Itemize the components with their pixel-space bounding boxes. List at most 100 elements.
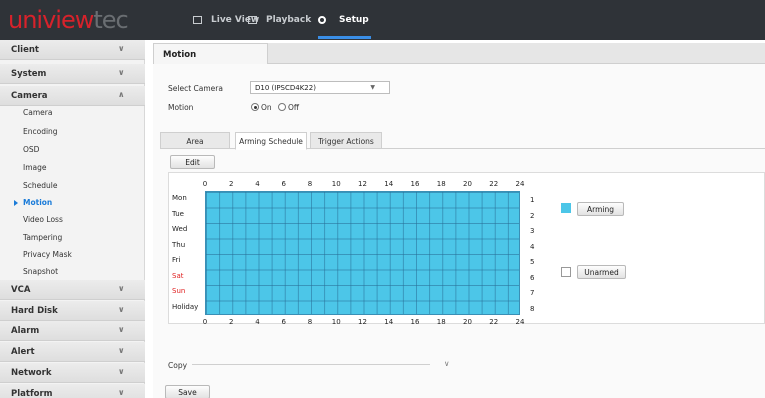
sidebar-section-client[interactable]: Client ∨	[0, 40, 145, 60]
row-number: 4	[530, 242, 535, 251]
chevron-down-icon: ∨	[118, 44, 125, 53]
chevron-down-icon: ∨	[118, 284, 125, 293]
chevron-down-icon: ∨	[118, 346, 125, 355]
hour-tick-bottom: 6	[281, 318, 286, 326]
row-number: 7	[530, 289, 535, 297]
sidebar-item-osd[interactable]: OSD	[23, 145, 39, 154]
unarmed-button[interactable]: Unarmed	[577, 265, 626, 279]
sidebar-item-image[interactable]: Image	[23, 163, 47, 172]
hour-tick-bottom: 18	[436, 318, 446, 326]
arming-schedule-grid[interactable]	[205, 191, 520, 315]
hour-tick-top: 8	[307, 180, 313, 188]
chevron-down-icon: ∨	[118, 325, 125, 334]
chevron-down-icon: ∨	[118, 68, 125, 77]
day-label: Holiday	[172, 302, 199, 311]
nav-setup[interactable]: Setup	[318, 12, 369, 28]
hour-tick-top: 0	[202, 180, 208, 188]
chevron-down-icon: ∨	[118, 305, 125, 314]
hour-tick-bottom: 4	[255, 318, 260, 326]
hour-tick-bottom: 16	[410, 318, 420, 326]
tab-arming-schedule[interactable]: Arming Schedule	[235, 132, 307, 150]
hour-tick-bottom: 8	[307, 318, 313, 326]
hour-tick-top: 18	[436, 180, 446, 188]
sidebar-section-platform[interactable]: Platform ∨	[0, 384, 145, 398]
arming-button[interactable]: Arming	[577, 202, 624, 216]
day-label: Wed	[172, 225, 188, 233]
hour-tick-bottom: 2	[229, 318, 234, 326]
day-label: Tue	[172, 209, 184, 218]
copy-divider	[192, 364, 430, 365]
hour-tick-top: 2	[229, 180, 234, 188]
hour-tick-bottom: 12	[358, 318, 367, 326]
sidebar-section-vca[interactable]: VCA ∨	[0, 280, 145, 300]
unarmed-swatch	[561, 267, 571, 277]
motion-off-radio[interactable]	[278, 103, 286, 111]
sidebar-section-system[interactable]: System ∨	[0, 64, 145, 84]
sidebar: Client ∨ System ∨ Camera ∧ Camera Encoding …	[0, 40, 145, 398]
tab-motion[interactable]: Motion	[153, 43, 268, 65]
nav-active-indicator	[318, 36, 371, 39]
chevron-down-icon: ∨	[118, 388, 125, 397]
row-number: 5	[530, 258, 535, 266]
hour-tick-top: 6	[281, 180, 286, 188]
sidebar-item-motion[interactable]: Motion	[23, 198, 52, 207]
sidebar-item-tampering[interactable]: Tampering	[23, 233, 62, 242]
row-number: 6	[530, 273, 535, 282]
sidebar-item-video-loss[interactable]: Video Loss	[23, 215, 63, 224]
sidebar-section-camera[interactable]: Camera ∧	[0, 86, 145, 106]
sidebar-item-encoding[interactable]: Encoding	[23, 127, 58, 136]
hour-tick-top: 20	[463, 180, 472, 188]
hour-tick-top: 14	[384, 180, 394, 188]
sidebar-section-alert[interactable]: Alert ∨	[0, 342, 145, 362]
hour-tick-bottom: 24	[515, 318, 525, 326]
sidebar-section-alarm[interactable]: Alarm ∨	[0, 321, 145, 341]
hour-tick-bottom: 0	[202, 318, 208, 326]
hour-tick-top: 22	[489, 180, 499, 188]
motion-on-radio[interactable]	[251, 103, 259, 111]
chevron-down-icon: ▼	[370, 84, 375, 91]
sidebar-section-network[interactable]: Network ∨	[0, 363, 145, 383]
motion-off-label: Off	[288, 103, 300, 112]
hour-tick-bottom: 20	[463, 318, 472, 326]
hour-tick-top: 4	[255, 180, 260, 188]
active-item-bullet-icon	[14, 200, 18, 206]
hour-tick-top: 24	[515, 180, 525, 188]
chevron-up-icon: ∧	[118, 90, 125, 99]
copy-label: Copy	[168, 361, 188, 370]
row-number: 3	[530, 227, 535, 235]
edit-button[interactable]: Edit	[170, 155, 215, 169]
arming-swatch	[561, 203, 571, 213]
monitor-icon	[193, 16, 202, 24]
sidebar-section-hard-disk[interactable]: Hard Disk ∨	[0, 301, 145, 321]
row-number: 2	[530, 211, 535, 220]
camera-select[interactable]: D10 (IPSCD4K22) ▼	[250, 81, 390, 94]
hour-tick-bottom: 10	[331, 318, 341, 326]
sidebar-item-camera[interactable]: Camera	[23, 108, 52, 117]
select-camera-label: Select Camera	[168, 84, 223, 93]
save-button[interactable]: Save	[165, 385, 210, 398]
copy-expand-icon[interactable]: ∨	[444, 359, 450, 368]
brand-logo: univiewtec	[8, 6, 129, 34]
motion-on-label: On	[261, 103, 272, 112]
gear-icon	[318, 16, 326, 24]
sidebar-item-snapshot[interactable]: Snapshot	[23, 267, 58, 276]
sidebar-item-privacy-mask[interactable]: Privacy Mask	[23, 250, 72, 259]
hour-tick-top: 16	[410, 180, 420, 188]
film-icon	[248, 16, 257, 24]
chevron-down-icon: ∨	[118, 367, 125, 376]
sidebar-item-schedule[interactable]: Schedule	[23, 181, 57, 190]
tab-area[interactable]: Area	[160, 132, 230, 149]
hour-tick-top: 12	[358, 180, 367, 188]
day-label: Thu	[172, 240, 186, 249]
top-bar: univiewtec Live View Playback Setup	[0, 0, 765, 40]
nav-playback[interactable]: Playback	[248, 12, 311, 28]
day-label: Fri	[172, 256, 181, 264]
row-number: 8	[530, 304, 535, 313]
row-number: 1	[530, 196, 535, 204]
hour-tick-bottom: 14	[384, 318, 394, 326]
day-label: Sun	[172, 287, 186, 295]
nav-playback-label: Playback	[266, 15, 312, 25]
tab-trigger-actions[interactable]: Trigger Actions	[310, 132, 382, 149]
nav-setup-label: Setup	[339, 15, 369, 25]
hour-tick-top: 10	[331, 180, 341, 188]
